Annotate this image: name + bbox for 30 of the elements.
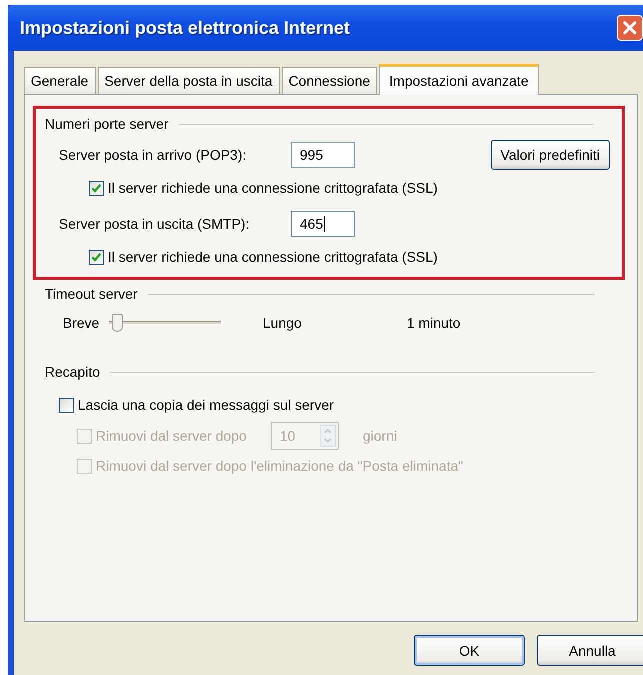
section-title: Timeout server [45, 286, 138, 302]
window-title: Impostazioni posta elettronica Internet [20, 18, 352, 38]
checkbox-label: Il server richiede una connessione crittografata (SSL) [108, 249, 438, 265]
port-label: Server posta in arrivo (POP3): [59, 147, 248, 163]
section-title: Recapito [45, 364, 100, 380]
close-button[interactable] [617, 15, 643, 41]
dialog-button[interactable]: OK [414, 635, 525, 666]
tab[interactable]: Server della posta in uscita [98, 67, 280, 94]
tab[interactable]: Impostazioni avanzate [379, 64, 539, 95]
checkbox-label: Rimuovi dal server dopo l'eliminazione da "Posta eliminata" [96, 458, 464, 474]
checkbox[interactable] [89, 250, 104, 264]
defaults-button[interactable]: Valori predefiniti [490, 140, 610, 170]
close-icon [622, 20, 638, 36]
slider-max-label: Lungo [263, 315, 303, 331]
port-field[interactable]: 465 [291, 211, 355, 237]
dialog-button[interactable]: Annulla [537, 635, 643, 666]
tab[interactable]: Generale [24, 67, 96, 94]
slider-thumb[interactable] [112, 314, 123, 332]
checkbox-label: Rimuovi dal server dopo [96, 428, 247, 444]
checkbox[interactable] [59, 398, 74, 412]
checkbox[interactable] [89, 180, 104, 196]
unit-label: giorni [362, 428, 398, 444]
slider-min-label: Breve [63, 315, 101, 331]
port-label: Server posta in uscita (SMTP): [59, 216, 251, 232]
checkbox-label: Lascia una copia dei messaggi sul server [78, 397, 334, 413]
timeout-reading: 1 minuto [407, 315, 461, 331]
tab[interactable]: Connessione [282, 67, 378, 94]
checkbox-label: Il server richiede una connessione crittografata (SSL) [108, 180, 438, 196]
section-title: Numeri porte server [45, 116, 169, 132]
port-field[interactable]: 995 [291, 142, 355, 168]
